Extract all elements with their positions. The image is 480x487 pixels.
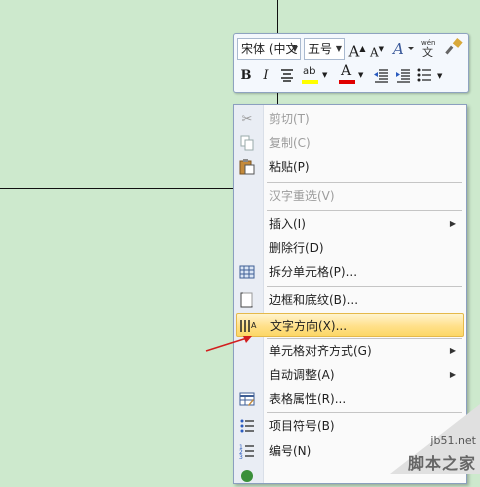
chevron-down-icon: ▼ <box>358 71 364 79</box>
format-painter-button[interactable] <box>444 38 464 58</box>
font-size-combo[interactable]: 五号 ▼ <box>304 38 345 60</box>
bullets-button[interactable]: ▼ <box>416 67 446 87</box>
copy-icon <box>238 134 256 152</box>
bullets-icon <box>417 68 431 82</box>
submenu-arrow-icon: ▶ <box>449 219 456 228</box>
menu-item-delete-row[interactable]: 删除行(D) <box>236 236 464 260</box>
svg-text:3: 3 <box>239 454 243 459</box>
menu-item-split-cells[interactable]: 拆分单元格(P)... <box>236 260 464 284</box>
menu-item-cut[interactable]: ✂ 剪切(T) <box>236 107 464 131</box>
split-cells-icon <box>238 263 256 281</box>
styles-button[interactable]: A <box>390 39 416 59</box>
mini-toolbar: 宋体 (中文 ▼ 五号 ▼ A▲ A▼ A wén文 B I ab ▼ A ▼ <box>233 33 469 93</box>
highlight-button[interactable]: ab ▼ <box>301 65 331 85</box>
submenu-arrow-icon: ▶ <box>449 370 456 379</box>
highlight-label: ab <box>303 66 316 77</box>
menu-item-label: 粘贴(P) <box>269 160 310 174</box>
menu-item-label: 插入(I) <box>269 217 306 231</box>
format-painter-icon <box>445 38 463 55</box>
decrease-indent-button[interactable] <box>372 67 390 87</box>
font-color-bar <box>339 80 355 84</box>
menu-item-copy[interactable]: 复制(C) <box>236 131 464 155</box>
shrink-font-button[interactable]: A▼ <box>368 39 386 59</box>
watermark: jb51.net 脚本之家 <box>340 404 480 474</box>
menu-separator <box>267 286 462 287</box>
phonetic-guide-button[interactable]: wén 文 <box>419 37 441 59</box>
svg-text:A: A <box>391 40 404 57</box>
bullets-icon <box>238 417 256 435</box>
table-gridline-vertical <box>277 91 278 105</box>
menu-item-label: 项目符号(B) <box>269 419 335 433</box>
menu-item-label: 自动调整(A) <box>269 368 335 382</box>
chevron-down-icon: ▼ <box>322 71 328 79</box>
center-align-button[interactable] <box>278 67 296 87</box>
table-gridline-horizontal <box>0 188 234 189</box>
highlight-color-bar <box>302 80 318 84</box>
phonetic-guide-icon: wén文 <box>421 39 435 59</box>
increase-indent-button[interactable] <box>394 67 412 87</box>
paste-icon <box>238 158 256 176</box>
annotation-arrow <box>205 336 252 352</box>
menu-item-label: 单元格对齐方式(G) <box>269 344 372 358</box>
menu-item-paste[interactable]: 粘贴(P) <box>236 155 464 179</box>
menu-item-text-direction[interactable]: A 文字方向(X)... <box>236 313 464 337</box>
menu-item-label: 编号(N) <box>269 444 312 458</box>
menu-item-borders-shading[interactable]: 边框和底纹(B)... <box>236 288 464 312</box>
table-properties-icon <box>238 390 256 408</box>
font-name-value: 宋体 (中文 <box>241 42 298 56</box>
table-gridline-vertical <box>277 0 278 34</box>
hyperlink-icon <box>238 466 256 484</box>
menu-item-label: 剪切(T) <box>269 112 310 126</box>
bold-button[interactable]: B <box>238 66 254 86</box>
italic-label: I <box>263 68 269 83</box>
bold-label: B <box>240 68 252 83</box>
font-color-button[interactable]: A ▼ <box>337 63 367 85</box>
menu-item-autofit[interactable]: 自动调整(A) ▶ <box>236 363 464 387</box>
chevron-down-icon: ▼ <box>437 72 443 80</box>
chevron-down-icon: ▼ <box>291 44 298 53</box>
menu-item-label: 汉字重选(V) <box>269 189 335 203</box>
shrink-font-label: A <box>369 45 379 60</box>
menu-item-cell-alignment[interactable]: 单元格对齐方式(G) ▶ <box>236 339 464 363</box>
svg-text:文: 文 <box>422 45 433 57</box>
scissors-icon: ✂ <box>241 111 253 127</box>
decrease-indent-icon <box>374 69 388 83</box>
watermark-site: jb51.net <box>430 434 476 447</box>
font-color-label: A <box>341 63 352 79</box>
styles-icon: A <box>391 40 414 58</box>
menu-item-label: 删除行(D) <box>269 241 324 255</box>
menu-item-reconvert[interactable]: 汉字重选(V) <box>236 184 464 208</box>
numbering-icon: 123 <box>238 442 256 460</box>
grow-font-button[interactable]: A▲ <box>348 39 366 61</box>
menu-item-label: 文字方向(X)... <box>270 319 348 333</box>
font-size-value: 五号 <box>308 42 333 56</box>
submenu-arrow-icon: ▶ <box>449 346 456 355</box>
menu-separator <box>267 210 462 211</box>
menu-item-label: 拆分单元格(P)... <box>269 265 358 279</box>
center-align-icon <box>281 69 293 82</box>
watermark-name: 脚本之家 <box>407 454 476 473</box>
increase-indent-icon <box>396 69 410 83</box>
grow-font-label: A <box>348 42 360 61</box>
italic-button[interactable]: I <box>258 66 274 86</box>
menu-item-label: 复制(C) <box>269 136 311 150</box>
chevron-down-icon: ▼ <box>335 44 342 53</box>
borders-icon <box>238 291 256 309</box>
font-name-combo[interactable]: 宋体 (中文 ▼ <box>237 38 301 60</box>
menu-item-label: 边框和底纹(B)... <box>269 293 359 307</box>
menu-item-insert[interactable]: 插入(I) ▶ <box>236 212 464 236</box>
menu-separator <box>267 182 462 183</box>
menu-item-label: 表格属性(R)... <box>269 392 347 406</box>
